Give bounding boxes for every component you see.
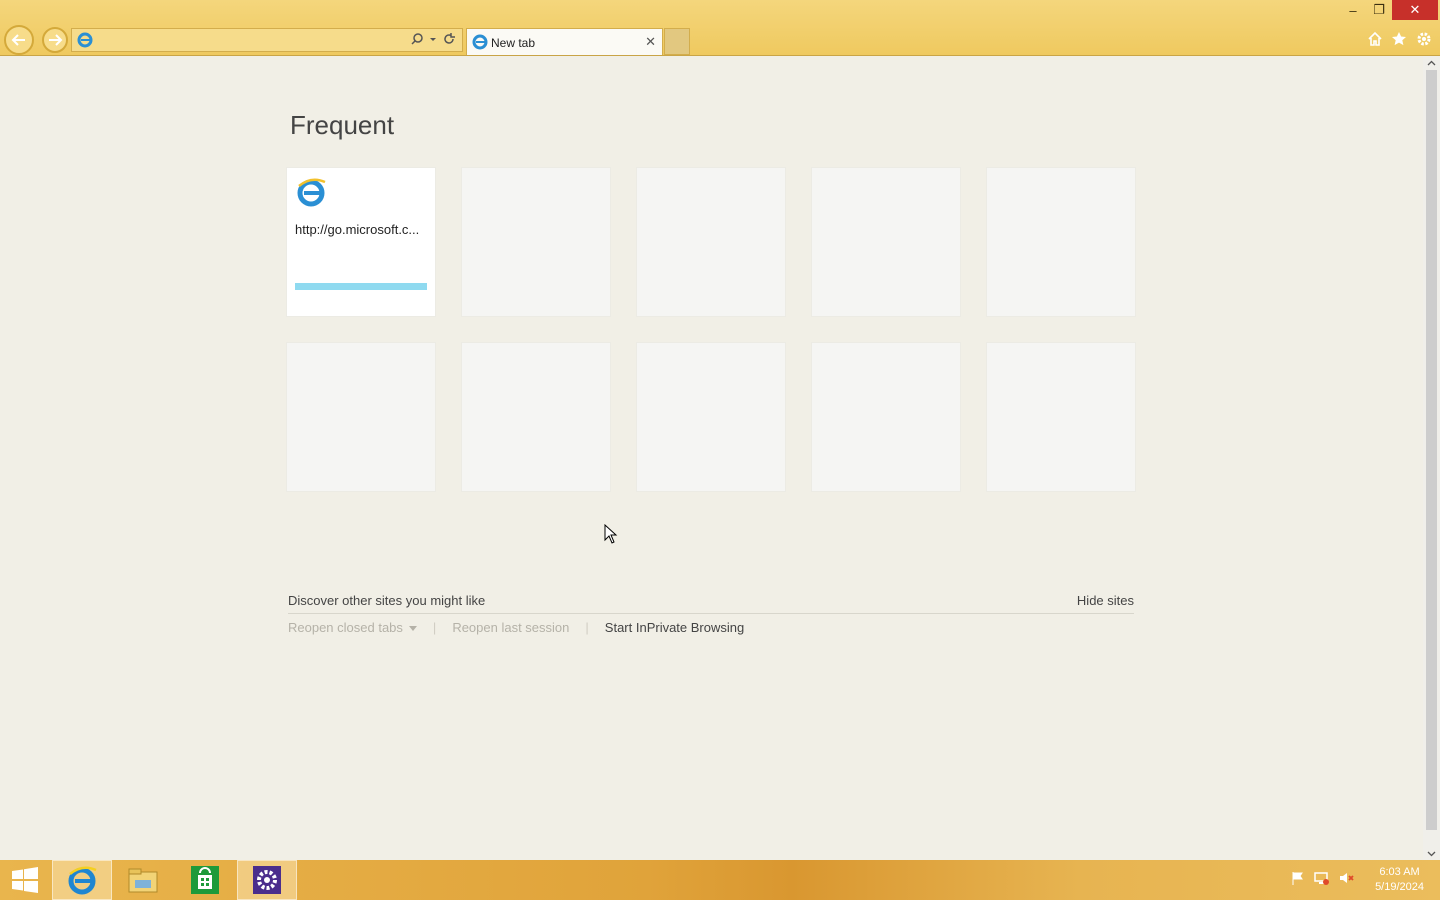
reopen-last-session-link[interactable]: Reopen last session [452, 620, 569, 635]
forward-arrow-icon [49, 34, 63, 46]
search-icon[interactable] [410, 32, 424, 46]
frequent-tile-empty [812, 343, 960, 491]
tab-label: New tab [491, 36, 536, 50]
new-tab-page: Frequent http://go.microsoft.c... Discov… [0, 56, 1422, 860]
mouse-cursor-icon [604, 524, 618, 544]
browser-toolbar: New tab ✕ – ❐ ✕ [0, 0, 1440, 56]
internet-explorer-icon [68, 866, 97, 895]
vertical-scrollbar[interactable] [1423, 56, 1440, 860]
tab-new-tab[interactable]: New tab ✕ [466, 28, 663, 55]
file-explorer-icon [128, 868, 158, 893]
network-icon[interactable] [1314, 870, 1330, 886]
frequent-tile-empty [637, 168, 785, 316]
frequent-tile-empty [462, 168, 610, 316]
tab-close-icon[interactable]: ✕ [645, 34, 656, 50]
home-icon[interactable] [1366, 30, 1384, 48]
taskbar-internet-explorer[interactable] [52, 860, 112, 900]
windows-logo-icon [12, 867, 38, 893]
tile-url: http://go.microsoft.c... [295, 222, 420, 237]
back-arrow-icon [11, 34, 25, 46]
scroll-up-icon[interactable] [1423, 56, 1440, 69]
start-inprivate-link[interactable]: Start InPrivate Browsing [605, 620, 744, 635]
refresh-icon[interactable] [442, 32, 456, 46]
discover-section: Discover other sites you might like Hide… [288, 591, 1134, 614]
session-links: Reopen closed tabs | Reopen last session… [288, 620, 744, 635]
address-bar[interactable] [71, 28, 463, 52]
divider: | [432, 620, 437, 635]
reopen-closed-tabs-label: Reopen closed tabs [288, 620, 403, 635]
scroll-down-icon[interactable] [1423, 847, 1440, 860]
frequent-tile-empty [812, 168, 960, 316]
clock-time: 6:03 AM [1379, 866, 1420, 878]
system-clock[interactable]: 6:03 AM 5/19/2024 [1375, 865, 1424, 895]
taskbar-settings[interactable] [237, 860, 297, 900]
address-input[interactable] [96, 31, 400, 51]
taskbar-store[interactable] [175, 860, 235, 900]
gear-icon[interactable] [1415, 30, 1433, 48]
volume-muted-icon[interactable] [1338, 870, 1354, 886]
frequent-tile[interactable]: http://go.microsoft.c... [287, 168, 435, 316]
page-title: Frequent [290, 110, 395, 140]
ie-icon [297, 178, 326, 207]
ie-icon [77, 32, 93, 48]
minimize-button[interactable]: – [1340, 0, 1366, 20]
dropdown-arrow-icon[interactable] [429, 32, 437, 46]
frequent-tile-empty [462, 343, 610, 491]
close-button[interactable]: ✕ [1392, 0, 1438, 20]
tile-progress-bar [295, 283, 427, 290]
forward-button[interactable] [42, 27, 68, 53]
hide-sites-link[interactable]: Hide sites [1077, 593, 1134, 608]
start-button[interactable] [0, 860, 50, 900]
restore-button[interactable]: ❐ [1366, 0, 1392, 20]
action-center-flag-icon[interactable] [1290, 870, 1306, 886]
frequent-tile-empty [287, 343, 435, 491]
frequent-tile-empty [987, 168, 1135, 316]
discover-sites-link[interactable]: Discover other sites you might like [288, 593, 485, 608]
chevron-down-icon [408, 626, 417, 632]
divider: | [585, 620, 589, 635]
ie-icon [472, 34, 488, 50]
scrollbar-thumb[interactable] [1426, 70, 1437, 830]
taskbar-file-explorer[interactable] [113, 860, 173, 900]
store-icon [191, 866, 219, 894]
new-tab-button[interactable] [664, 28, 690, 55]
settings-icon [253, 866, 281, 894]
back-button[interactable] [4, 25, 34, 55]
frequent-tile-empty [637, 343, 785, 491]
clock-date: 5/19/2024 [1375, 881, 1424, 893]
frequent-tile-empty [987, 343, 1135, 491]
taskbar: 6:03 AM 5/19/2024 [0, 860, 1440, 900]
favorites-star-icon[interactable] [1390, 30, 1408, 48]
reopen-closed-tabs-link[interactable]: Reopen closed tabs [288, 620, 417, 635]
